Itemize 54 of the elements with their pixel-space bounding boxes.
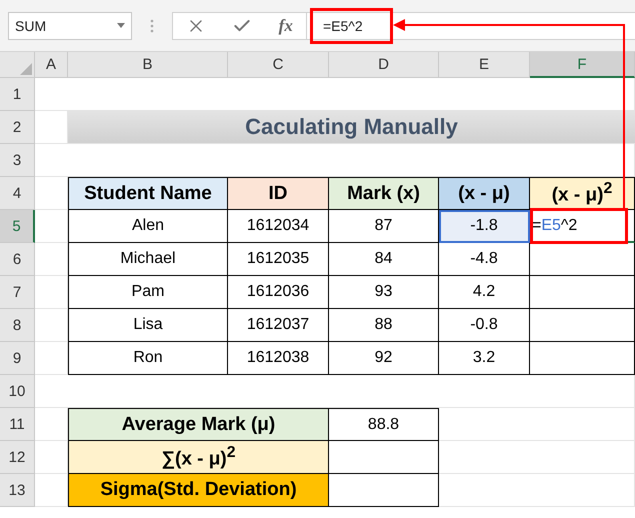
summary-label: Sigma(Std. Deviation) [68,474,329,507]
table-cell: 1612036 [228,276,329,309]
table-cell: 87 [329,210,439,243]
table-cell: 1612037 [228,309,329,342]
table-cell: 1612038 [228,342,329,375]
caret-icon [117,23,125,28]
row-header[interactable]: 4 [0,177,35,210]
row-header[interactable]: 6 [0,243,35,276]
table-cell: 84 [329,243,439,276]
column-heading: (x - μ) [439,177,530,210]
table-cell: -1.8 [439,210,530,243]
row-header[interactable]: 8 [0,309,35,342]
row-header[interactable]: 12 [0,441,35,474]
name-box[interactable]: SUM [8,12,132,40]
formula-field[interactable]: =E5^2 [306,12,635,40]
table-cell: 1612034 [228,210,329,243]
table-cell: Michael [68,243,228,276]
table-cell: Pam [68,276,228,309]
column-header[interactable]: F [530,52,635,78]
table-cell: Ron [68,342,228,375]
column-heading: (x - μ)$^{2}$ [530,177,635,210]
row-header[interactable]: 2 [0,111,35,144]
row-header[interactable]: 13 [0,474,35,507]
row-header[interactable]: 9 [0,342,35,375]
column-heading: Student Name [68,177,228,210]
summary-label: ∑(x - μ)$^{2}$ [68,441,329,474]
column-header[interactable]: B [68,52,228,78]
column-header[interactable]: D [329,52,439,78]
column-header[interactable]: C [228,52,329,78]
summary-value: 88.8 [329,408,439,441]
row-header[interactable]: 11 [0,408,35,441]
row-header[interactable]: 5 [0,210,35,243]
table-cell: 88 [329,309,439,342]
row-header[interactable]: 1 [0,78,35,111]
table-cell: 92 [329,342,439,375]
table-cell: 4.2 [439,276,530,309]
insert-function-button[interactable]: fx [278,16,293,36]
column-heading: ID [228,177,329,210]
table-cell: 93 [329,276,439,309]
table-cell: -4.8 [439,243,530,276]
summary-label: Average Mark (μ) [68,408,329,441]
column-heading: Mark (x) [329,177,439,210]
row-header[interactable]: 7 [0,276,35,309]
column-header[interactable]: A [35,52,68,78]
table-cell: -0.8 [439,309,530,342]
table-cell: 3.2 [439,342,530,375]
column-header[interactable]: E [439,52,530,78]
table-cell: 1612035 [228,243,329,276]
grip-icon [150,18,154,32]
row-header[interactable]: 10 [0,375,35,408]
table-cell: Lisa [68,309,228,342]
table-cell: Alen [68,210,228,243]
row-header[interactable]: 3 [0,144,35,177]
sheet-title: Caculating Manually [68,111,635,144]
